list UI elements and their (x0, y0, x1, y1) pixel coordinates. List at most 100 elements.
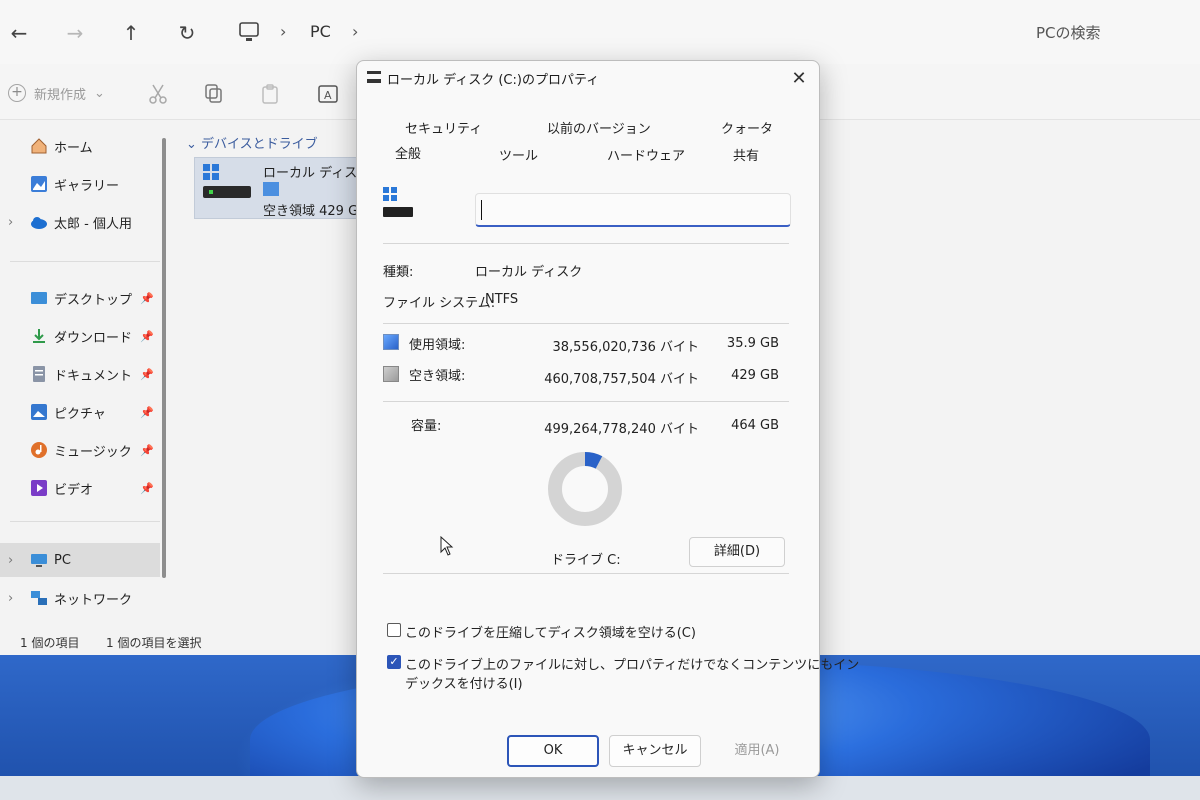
pin-icon: 📌 (140, 405, 154, 419)
copy-icon[interactable] (202, 82, 226, 106)
pin-icon: 📌 (140, 329, 154, 343)
pictures-icon (31, 404, 47, 420)
sidebar-item-gallery[interactable]: ギャラリー (0, 167, 160, 201)
tab-hardware[interactable]: ハードウェア (607, 145, 685, 164)
used-space-label: 使用領域: (409, 338, 466, 353)
tab-security[interactable]: セキュリティ (405, 118, 482, 137)
pin-icon: 📌 (140, 291, 154, 305)
sidebar-item-label: デスクトップ (54, 292, 133, 308)
sidebar-item-desktop[interactable]: デスクトップ 📌 (0, 281, 160, 315)
breadcrumb-separator: › (280, 22, 287, 41)
pin-icon: 📌 (140, 443, 154, 457)
drive-usage-bar (263, 182, 279, 196)
capacity-bytes: 499,264,778,240 バイト (544, 422, 699, 437)
cut-icon[interactable] (146, 82, 170, 106)
sidebar-item-label: ダウンロード (54, 330, 133, 346)
filesystem-label: ファイル システム: (383, 296, 496, 311)
download-icon (33, 329, 45, 343)
close-button[interactable]: ✕ (787, 67, 811, 91)
free-space-swatch (383, 366, 399, 382)
compress-checkbox[interactable] (387, 623, 401, 637)
new-button[interactable]: + 新規作成 ⌄ (8, 82, 105, 104)
plus-icon: + (8, 84, 26, 102)
gallery-icon (31, 176, 47, 192)
index-label-line1: このドライブ上のファイルに対し、プロパティだけでなくコンテンツにもイン (405, 658, 860, 673)
sidebar-item-documents[interactable]: ドキュメント 📌 (0, 357, 160, 391)
dialog-title: ローカル ディスク (C:)のプロパティ (387, 73, 600, 88)
drive-icon (367, 71, 381, 83)
breadcrumb-pc[interactable]: PC (310, 22, 331, 41)
chevron-down-icon: ⌄ (94, 85, 105, 101)
group-header-label: デバイスとドライブ (201, 137, 318, 152)
sidebar-item-label: ネットワーク (54, 592, 133, 608)
computer-icon (31, 554, 47, 567)
sidebar-item-label: ホーム (54, 140, 93, 156)
desktop-icon (31, 292, 47, 304)
tab-quota[interactable]: クォータ (721, 118, 773, 137)
search-input[interactable]: PCの検索 (1010, 16, 1200, 50)
ok-button[interactable]: OK (507, 735, 599, 767)
cloud-icon (31, 217, 47, 229)
status-item-count: 1 個の項目 (20, 636, 80, 650)
tab-tools[interactable]: ツール (499, 145, 538, 164)
pin-icon: 📌 (140, 481, 154, 495)
cancel-button[interactable]: キャンセル (609, 735, 701, 767)
back-button[interactable]: ← (6, 20, 32, 46)
sidebar-item-pc[interactable]: › PC (0, 543, 160, 577)
video-icon (31, 480, 47, 496)
index-checkbox[interactable]: ✓ (387, 655, 401, 669)
rename-icon[interactable]: A (316, 82, 340, 106)
drive-name-input[interactable] (475, 193, 791, 227)
svg-text:A: A (324, 89, 332, 102)
sidebar-item-home[interactable]: ホーム (0, 129, 160, 163)
sidebar-item-label: 太郎 - 個人用 (54, 216, 132, 232)
document-icon (33, 366, 45, 382)
sidebar-item-pictures[interactable]: ピクチャ 📌 (0, 395, 160, 429)
pin-icon: 📌 (140, 367, 154, 381)
up-button[interactable]: ↑ (118, 20, 144, 46)
hard-drive-icon (203, 186, 251, 198)
capacity-label: 容量: (411, 419, 442, 434)
sidebar-item-label: ドキュメント (54, 368, 133, 384)
breadcrumb-separator[interactable]: › (352, 22, 358, 41)
drive-c-tile[interactable]: ローカル ディスク (C:) 空き領域 429 GB (194, 157, 398, 219)
sidebar-item-downloads[interactable]: ダウンロード 📌 (0, 319, 160, 353)
text-caret (481, 200, 482, 220)
group-header[interactable]: ⌄ デバイスとドライブ (186, 133, 318, 152)
monitor-icon[interactable] (236, 19, 262, 45)
sidebar-scrollbar[interactable] (162, 138, 166, 578)
sidebar-item-label: ピクチャ (54, 406, 106, 422)
sidebar-divider (10, 521, 160, 522)
new-button-label: 新規作成 (34, 87, 87, 103)
tab-previous-versions[interactable]: 以前のバージョン (547, 118, 651, 137)
free-space-size: 429 GB (731, 368, 779, 383)
tab-sharing[interactable]: 共有 (733, 145, 759, 164)
details-button[interactable]: 詳細(D) (689, 537, 785, 567)
paste-icon[interactable] (258, 82, 282, 106)
free-space-label: 空き領域: (409, 369, 466, 384)
compress-label: このドライブを圧縮してディスク領域を空ける(C) (405, 626, 696, 641)
used-space-size: 35.9 GB (726, 336, 779, 351)
chevron-right-icon[interactable]: › (8, 215, 13, 230)
sidebar-item-network[interactable]: › ネットワーク (0, 581, 160, 615)
tab-general[interactable]: 全般 (395, 143, 421, 162)
sidebar-item-music[interactable]: ミュージック 📌 (0, 433, 160, 467)
forward-button[interactable]: → (62, 20, 88, 46)
refresh-button[interactable]: ↻ (174, 20, 200, 46)
sidebar-item-label: ミュージック (54, 444, 132, 460)
hard-drive-icon (383, 207, 413, 217)
type-label: 種類: (383, 265, 414, 280)
status-selected: 1 個の項目を選択 (106, 636, 202, 650)
disk-usage-donut (548, 452, 622, 526)
chevron-right-icon[interactable]: › (8, 553, 13, 568)
windows-logo-icon (203, 164, 219, 180)
sidebar-item-videos[interactable]: ビデオ 📌 (0, 471, 160, 505)
chevron-right-icon[interactable]: › (8, 591, 13, 606)
free-space-bytes: 460,708,757,504 バイト (544, 372, 699, 387)
chevron-down-icon: ⌄ (186, 137, 197, 152)
apply-button[interactable]: 適用(A) (711, 735, 803, 767)
windows-logo-icon (383, 187, 397, 201)
sidebar-item-onedrive[interactable]: › 太郎 - 個人用 (0, 205, 160, 239)
mouse-cursor-icon (440, 536, 454, 556)
used-space-swatch (383, 334, 399, 350)
